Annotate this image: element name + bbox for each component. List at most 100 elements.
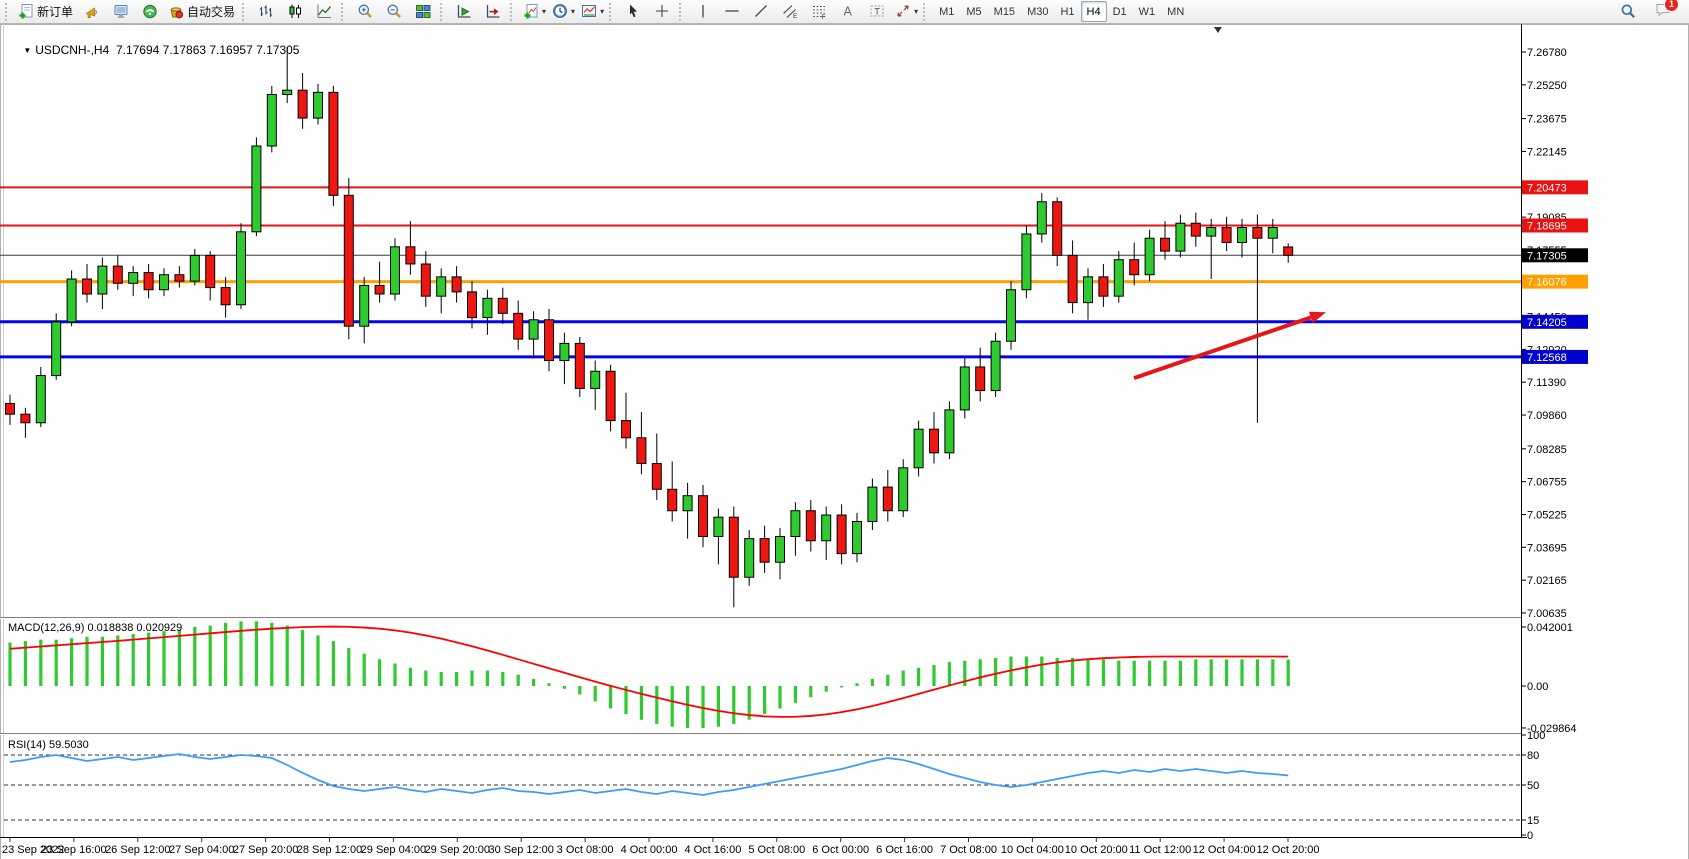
candle[interactable]	[899, 468, 908, 511]
dropdown-caret-icon[interactable]: ▾	[914, 8, 918, 16]
candle[interactable]	[237, 232, 246, 305]
shapes-button[interactable]: ▾	[892, 0, 921, 23]
candle[interactable]	[406, 247, 415, 264]
periods-button[interactable]: ▾	[549, 0, 578, 23]
candle[interactable]	[1238, 228, 1247, 243]
crosshair-button[interactable]	[648, 0, 677, 23]
candle[interactable]	[83, 279, 92, 294]
candle[interactable]	[976, 367, 985, 391]
candle[interactable]	[52, 322, 61, 376]
candle[interactable]	[1191, 223, 1200, 236]
zoom-in-button[interactable]	[351, 0, 380, 23]
templates-button[interactable]: ▾	[578, 0, 607, 23]
candle[interactable]	[67, 279, 76, 322]
toolbar-group-handle[interactable]	[440, 3, 446, 21]
toolbar-group-handle[interactable]	[923, 3, 929, 21]
candle[interactable]	[545, 320, 554, 361]
add-indicator-button[interactable]: ▾	[520, 0, 549, 23]
candle[interactable]	[1176, 223, 1185, 251]
timeframe-m30-button[interactable]: M30	[1021, 1, 1054, 22]
candle[interactable]	[360, 285, 369, 326]
horizontal-line-button[interactable]	[718, 0, 747, 23]
candle[interactable]	[622, 421, 631, 438]
candle[interactable]	[437, 277, 446, 296]
timeframe-w1-button[interactable]: W1	[1133, 1, 1162, 22]
dropdown-caret-icon[interactable]: ▾	[542, 8, 546, 16]
candle[interactable]	[991, 341, 1000, 390]
candle[interactable]	[914, 429, 923, 468]
candle[interactable]	[129, 273, 138, 284]
candle[interactable]	[1007, 290, 1016, 341]
text-label-button[interactable]: T	[863, 0, 892, 23]
candle[interactable]	[344, 195, 353, 326]
candle[interactable]	[36, 376, 45, 423]
candle[interactable]	[652, 464, 661, 490]
dropdown-caret-icon[interactable]: ▾	[571, 8, 575, 16]
candle[interactable]	[575, 343, 584, 388]
horn-button[interactable]	[78, 0, 107, 23]
candle[interactable]	[1099, 277, 1108, 296]
candles-chart-button[interactable]	[281, 0, 310, 23]
candle[interactable]	[960, 367, 969, 410]
zoom-out-button[interactable]	[380, 0, 409, 23]
toolbar-group-handle[interactable]	[242, 3, 248, 21]
candle[interactable]	[483, 298, 492, 317]
vertical-line-button[interactable]	[689, 0, 718, 23]
candle[interactable]	[1253, 228, 1262, 239]
candle[interactable]	[853, 521, 862, 553]
toolbar-group-handle[interactable]	[341, 3, 347, 21]
candle[interactable]	[514, 313, 523, 339]
timeframe-d1-button[interactable]: D1	[1107, 1, 1133, 22]
candle[interactable]	[1084, 277, 1093, 303]
candle[interactable]	[606, 371, 615, 420]
tile-windows-button[interactable]	[409, 0, 438, 23]
dropdown-caret-icon[interactable]: ▾	[600, 8, 604, 16]
text-button[interactable]: A	[834, 0, 863, 23]
timeframe-mn-button[interactable]: MN	[1161, 1, 1190, 22]
search-button[interactable]	[1614, 0, 1643, 23]
candle[interactable]	[6, 403, 15, 414]
candle[interactable]	[468, 292, 477, 318]
channel-button[interactable]: E	[776, 0, 805, 23]
bars-chart-button[interactable]	[252, 0, 281, 23]
candle[interactable]	[190, 255, 199, 281]
candle[interactable]	[945, 410, 954, 453]
candle[interactable]	[452, 277, 461, 292]
candle[interactable]	[1207, 228, 1216, 237]
candle[interactable]	[175, 275, 184, 281]
candle[interactable]	[98, 266, 107, 294]
candle[interactable]	[267, 94, 276, 145]
candle[interactable]	[529, 320, 538, 339]
terminal-button[interactable]	[107, 0, 136, 23]
candle[interactable]	[1222, 228, 1231, 243]
chart-canvas[interactable]: 7.267807.252507.236757.221457.190857.175…	[0, 24, 1689, 859]
toolbar-group-handle[interactable]	[510, 3, 516, 21]
candle[interactable]	[760, 539, 769, 563]
candle[interactable]	[144, 273, 153, 290]
candle[interactable]	[1145, 238, 1154, 274]
candle[interactable]	[283, 90, 292, 94]
candle[interactable]	[883, 487, 892, 511]
candle[interactable]	[206, 255, 215, 287]
candle[interactable]	[160, 275, 169, 290]
candle[interactable]	[683, 496, 692, 511]
new-order-button[interactable]: 新订单	[15, 0, 78, 23]
candle[interactable]	[591, 371, 600, 388]
candle[interactable]	[745, 539, 754, 578]
candle[interactable]	[791, 511, 800, 537]
candle[interactable]	[113, 266, 122, 283]
candle[interactable]	[314, 92, 323, 118]
signal-button[interactable]	[136, 0, 165, 23]
candle[interactable]	[1053, 202, 1062, 256]
candle[interactable]	[1130, 260, 1139, 275]
timeframe-m1-button[interactable]: M1	[933, 1, 960, 22]
candle[interactable]	[391, 247, 400, 294]
candle[interactable]	[1284, 247, 1293, 255]
candle[interactable]	[498, 298, 507, 313]
candle[interactable]	[1068, 255, 1077, 302]
chart-shift-end-button[interactable]	[450, 0, 479, 23]
candle[interactable]	[776, 536, 785, 562]
toolbar-group-handle[interactable]	[5, 3, 11, 21]
candle[interactable]	[1268, 228, 1277, 239]
cursor-button[interactable]	[619, 0, 648, 23]
